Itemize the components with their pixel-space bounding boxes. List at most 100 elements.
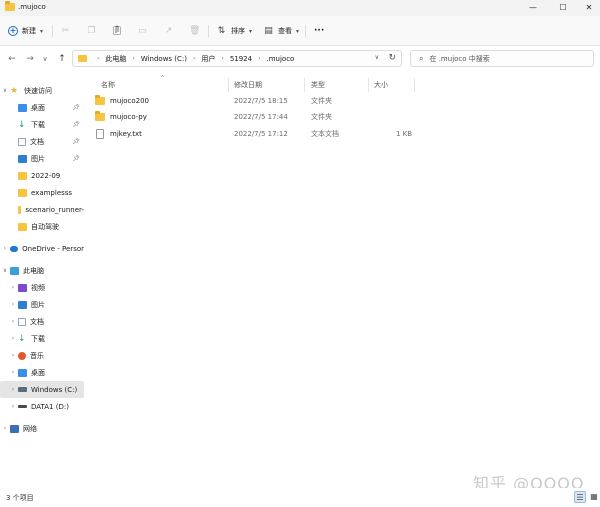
column-divider[interactable] (414, 78, 415, 92)
chevron-down-icon[interactable]: ∨ (375, 54, 379, 61)
file-name: mujoco-py (110, 109, 147, 125)
chevron-right-icon: › (8, 369, 18, 376)
chevron-right-icon: › (8, 284, 18, 291)
sidebar-item-documents[interactable]: 文档 📌︎ (0, 133, 84, 150)
chevron-right-icon: › (221, 55, 223, 62)
paste-button[interactable]: 📋︎ (111, 22, 122, 40)
recent-locations-button[interactable]: ∨ (39, 52, 51, 66)
forward-button[interactable]: → (24, 52, 36, 66)
chevron-down-icon: ▾ (249, 28, 252, 35)
cut-icon: ✂ (60, 26, 71, 37)
sidebar-item-network[interactable]: › 网络 (0, 420, 84, 437)
column-header-size[interactable]: 大小 (374, 78, 388, 92)
share-button[interactable]: ↗ (163, 22, 174, 40)
search-icon: ⌕ (419, 54, 423, 64)
divider (208, 25, 209, 37)
sidebar-item-music[interactable]: › 音乐 (0, 347, 84, 364)
cut-button[interactable]: ✂ (60, 22, 71, 40)
folder-icon (18, 223, 27, 231)
chevron-down-icon: ▾ (296, 28, 299, 35)
sort-button[interactable]: ⇅ 排序 ▾ (216, 22, 252, 40)
search-box[interactable]: ⌕ (410, 50, 594, 67)
drive-c-icon (18, 387, 27, 392)
table-row[interactable]: mujoco-py 2022/7/5 17:44 文件夹 (88, 109, 600, 125)
sidebar-item-downloads[interactable]: ↓ 下载 📌︎ (0, 116, 84, 133)
sidebar-item-onedrive[interactable]: › OneDrive - Persor (0, 240, 84, 257)
sidebar-item-2022-09[interactable]: 2022-09 (0, 167, 84, 184)
chevron-down-icon: ∨ (0, 267, 10, 274)
delete-button[interactable]: 🗑︎ (189, 22, 200, 40)
sidebar-item-label: 2022-09 (31, 172, 60, 180)
divider (52, 25, 53, 37)
rename-button[interactable]: ▭ (137, 22, 148, 40)
sidebar-item-pc-documents[interactable]: › 文档 (0, 313, 84, 330)
chevron-down-icon: ∨ (0, 87, 10, 94)
close-button[interactable]: ✕ (578, 0, 600, 16)
chevron-right-icon: › (8, 301, 18, 308)
chevron-right-icon: › (193, 55, 195, 62)
chevron-right-icon: › (0, 425, 10, 432)
column-divider[interactable] (304, 78, 305, 92)
back-button[interactable]: ← (6, 52, 18, 66)
sidebar-item-label: 桌面 (31, 368, 45, 378)
pictures-icon (18, 155, 27, 163)
maximize-button[interactable]: ☐ (552, 0, 574, 16)
breadcrumb-current[interactable]: .mujoco (267, 55, 295, 63)
folder-icon (18, 172, 27, 180)
breadcrumb-user[interactable]: 51924 (230, 55, 252, 63)
status-bar: 3 个项目 ☰ ▦ (0, 488, 600, 507)
up-button[interactable]: ↑ (56, 52, 68, 66)
table-row[interactable]: mjkey.txt 2022/7/5 17:12 文本文档 1 KB (88, 126, 600, 142)
sidebar-item-desktop[interactable]: 桌面 📌︎ (0, 99, 84, 116)
column-header-modified[interactable]: 修改日期 (234, 78, 262, 92)
sidebar-item-label: 下载 (31, 120, 45, 130)
table-row[interactable]: mujoco200 2022/7/5 18:15 文件夹 (88, 93, 600, 109)
chevron-right-icon: › (8, 386, 18, 393)
file-type: 文件夹 (311, 93, 332, 109)
paste-icon: 📋︎ (111, 26, 122, 37)
pin-icon: 📌︎ (72, 104, 80, 111)
details-view-button[interactable]: ☰ (574, 491, 586, 503)
column-header-type[interactable]: 类型 (311, 78, 325, 92)
refresh-icon[interactable]: ↻ (388, 53, 396, 63)
new-button[interactable]: + 新建 ▾ (8, 22, 43, 40)
tiles-view-button[interactable]: ▦ (588, 491, 600, 503)
sidebar-item-quick-access[interactable]: ∨ ★ 快速访问 (0, 82, 84, 99)
trash-icon: 🗑︎ (189, 26, 200, 37)
minimize-button[interactable]: — (522, 0, 544, 16)
copy-icon: ❐ (86, 26, 97, 37)
sidebar-item-videos[interactable]: › 视频 (0, 279, 84, 296)
breadcrumb-this-pc[interactable]: 此电脑 (105, 54, 126, 64)
chevron-right-icon: › (8, 352, 18, 359)
breadcrumb-drive-c[interactable]: Windows (C:) (141, 55, 187, 63)
address-bar[interactable]: › 此电脑 › Windows (C:) › 用户 › 51924 › .muj… (72, 50, 402, 67)
sidebar-item-label: 视频 (31, 283, 45, 293)
sidebar-item-label: 图片 (31, 300, 45, 310)
sidebar-item-windows-c[interactable]: › Windows (C:) (0, 381, 84, 398)
breadcrumb-users[interactable]: 用户 (201, 54, 215, 64)
column-divider[interactable] (368, 78, 369, 92)
more-options-button[interactable]: ··· (314, 22, 324, 40)
sidebar-item-examplesss[interactable]: examplesss (0, 184, 84, 201)
sidebar-item-pc-desktop[interactable]: › 桌面 (0, 364, 84, 381)
sidebar-item-pc-pictures[interactable]: › 图片 (0, 296, 84, 313)
sidebar-item-scenario-runner[interactable]: scenario_runner- (0, 201, 84, 218)
file-name: mujoco200 (110, 93, 149, 109)
search-input[interactable] (429, 55, 579, 63)
sidebar-item-pc-downloads[interactable]: › ↓ 下载 (0, 330, 84, 347)
column-divider[interactable] (228, 78, 229, 92)
view-button[interactable]: ▤ 查看 ▾ (263, 22, 299, 40)
copy-button[interactable]: ❐ (86, 22, 97, 40)
document-icon (18, 138, 26, 146)
sidebar-item-label: 音乐 (30, 351, 44, 361)
rename-icon: ▭ (137, 26, 148, 37)
sidebar-item-label: 图片 (31, 154, 45, 164)
sidebar-item-label: 此电脑 (23, 266, 44, 276)
chevron-right-icon: › (258, 55, 260, 62)
sidebar-item-autonomous-driving[interactable]: 自动驾驶 (0, 218, 84, 235)
sidebar-item-data1-d[interactable]: › DATA1 (D:) (0, 398, 84, 415)
sidebar-item-this-pc[interactable]: ∨ 此电脑 (0, 262, 84, 279)
column-header-name[interactable]: 名称 (101, 78, 115, 92)
document-icon (18, 318, 26, 326)
sidebar-item-pictures[interactable]: 图片 📌︎ (0, 150, 84, 167)
